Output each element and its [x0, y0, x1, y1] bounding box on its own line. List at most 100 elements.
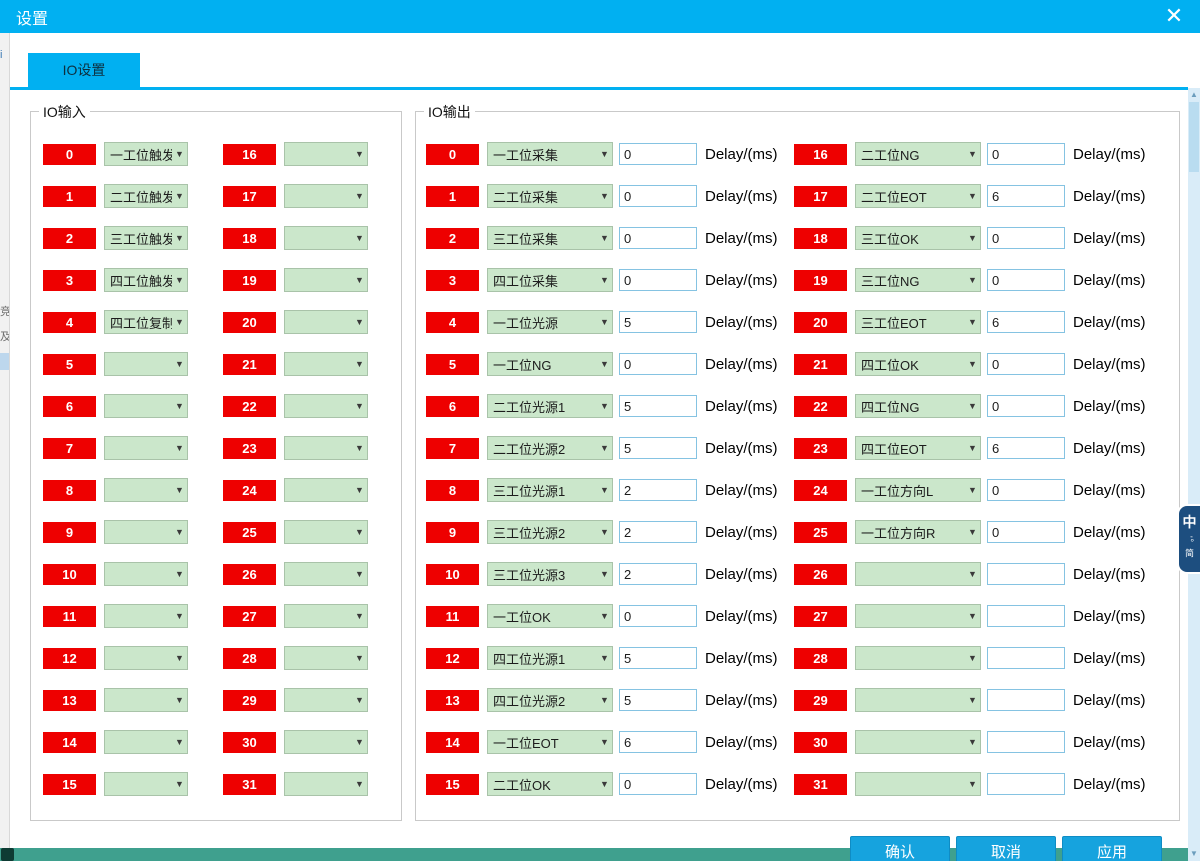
io-function-dropdown[interactable]: 三工位触发 ▼	[104, 226, 188, 250]
io-function-dropdown[interactable]: 二工位NG ▼	[855, 142, 981, 166]
io-function-dropdown[interactable]: 四工位触发 ▼	[104, 268, 188, 292]
io-function-dropdown[interactable]: ▼	[104, 520, 188, 544]
io-function-dropdown[interactable]: ▼	[284, 772, 368, 796]
confirm-button[interactable]: 确认	[850, 836, 950, 861]
cancel-button[interactable]: 取消	[956, 836, 1056, 861]
scroll-up-icon[interactable]: ▲	[1188, 89, 1200, 101]
io-function-dropdown[interactable]: ▼	[284, 268, 368, 292]
io-function-dropdown[interactable]: ▼	[104, 688, 188, 712]
io-function-dropdown[interactable]: ▼	[104, 730, 188, 754]
scrollbar[interactable]: ▲ ▼	[1188, 88, 1200, 861]
delay-input[interactable]	[619, 353, 697, 375]
delay-input[interactable]	[987, 479, 1065, 501]
io-function-dropdown[interactable]: ▼	[284, 478, 368, 502]
io-function-dropdown[interactable]: 一工位NG ▼	[487, 352, 613, 376]
delay-input[interactable]	[987, 311, 1065, 333]
io-function-dropdown[interactable]: 二工位触发 ▼	[104, 184, 188, 208]
io-function-dropdown[interactable]: ▼	[284, 730, 368, 754]
io-function-dropdown[interactable]: 一工位触发 ▼	[104, 142, 188, 166]
io-function-dropdown[interactable]: 四工位光源2 ▼	[487, 688, 613, 712]
io-function-dropdown[interactable]: 四工位复制 ▼	[104, 310, 188, 334]
io-function-dropdown[interactable]: ▼	[104, 352, 188, 376]
io-function-dropdown[interactable]: 一工位OK ▼	[487, 604, 613, 628]
delay-input[interactable]	[987, 731, 1065, 753]
io-function-dropdown[interactable]: ▼	[855, 772, 981, 796]
io-function-dropdown[interactable]: ▼	[855, 730, 981, 754]
io-function-dropdown[interactable]: ▼	[104, 436, 188, 460]
io-function-dropdown[interactable]: 三工位采集 ▼	[487, 226, 613, 250]
delay-input[interactable]	[619, 647, 697, 669]
delay-input[interactable]	[619, 605, 697, 627]
io-function-dropdown[interactable]: 二工位采集 ▼	[487, 184, 613, 208]
delay-input[interactable]	[987, 563, 1065, 585]
delay-input[interactable]	[987, 773, 1065, 795]
io-function-dropdown[interactable]: 三工位光源1 ▼	[487, 478, 613, 502]
io-function-dropdown[interactable]: 四工位光源1 ▼	[487, 646, 613, 670]
io-function-dropdown[interactable]: ▼	[104, 604, 188, 628]
io-function-dropdown[interactable]: ▼	[104, 478, 188, 502]
io-function-dropdown[interactable]: ▼	[284, 226, 368, 250]
delay-input[interactable]	[619, 731, 697, 753]
io-function-dropdown[interactable]: ▼	[284, 352, 368, 376]
io-function-dropdown[interactable]: ▼	[104, 772, 188, 796]
delay-input[interactable]	[619, 521, 697, 543]
io-function-dropdown[interactable]: 二工位光源1 ▼	[487, 394, 613, 418]
delay-input[interactable]	[987, 227, 1065, 249]
delay-input[interactable]	[987, 143, 1065, 165]
io-function-dropdown[interactable]: ▼	[284, 604, 368, 628]
io-function-dropdown[interactable]: 二工位光源2 ▼	[487, 436, 613, 460]
io-function-dropdown[interactable]: ▼	[284, 310, 368, 334]
io-function-dropdown[interactable]: 四工位NG ▼	[855, 394, 981, 418]
delay-input[interactable]	[619, 689, 697, 711]
delay-input[interactable]	[987, 395, 1065, 417]
io-function-dropdown[interactable]: ▼	[104, 394, 188, 418]
io-function-dropdown[interactable]: ▼	[284, 394, 368, 418]
delay-input[interactable]	[619, 185, 697, 207]
delay-input[interactable]	[619, 563, 697, 585]
io-function-dropdown[interactable]: ▼	[855, 562, 981, 586]
io-function-dropdown[interactable]: ▼	[104, 646, 188, 670]
delay-input[interactable]	[987, 437, 1065, 459]
io-function-dropdown[interactable]: 三工位光源2 ▼	[487, 520, 613, 544]
io-function-dropdown[interactable]: 四工位OK ▼	[855, 352, 981, 376]
io-function-dropdown[interactable]: ▼	[855, 688, 981, 712]
io-function-dropdown[interactable]: 三工位EOT ▼	[855, 310, 981, 334]
io-function-dropdown[interactable]: 一工位光源 ▼	[487, 310, 613, 334]
io-function-dropdown[interactable]: 三工位NG ▼	[855, 268, 981, 292]
delay-input[interactable]	[619, 437, 697, 459]
io-function-dropdown[interactable]: ▼	[284, 646, 368, 670]
io-function-dropdown[interactable]: ▼	[855, 646, 981, 670]
delay-input[interactable]	[987, 521, 1065, 543]
delay-input[interactable]	[987, 605, 1065, 627]
delay-input[interactable]	[987, 185, 1065, 207]
delay-input[interactable]	[619, 395, 697, 417]
io-function-dropdown[interactable]: 二工位EOT ▼	[855, 184, 981, 208]
io-function-dropdown[interactable]: 一工位方向R ▼	[855, 520, 981, 544]
io-function-dropdown[interactable]: ▼	[104, 562, 188, 586]
delay-input[interactable]	[987, 689, 1065, 711]
delay-input[interactable]	[619, 773, 697, 795]
apply-button[interactable]: 应用	[1062, 836, 1162, 861]
io-function-dropdown[interactable]: ▼	[284, 142, 368, 166]
io-function-dropdown[interactable]: 三工位光源3 ▼	[487, 562, 613, 586]
delay-input[interactable]	[987, 647, 1065, 669]
delay-input[interactable]	[987, 269, 1065, 291]
io-function-dropdown[interactable]: 二工位OK ▼	[487, 772, 613, 796]
delay-input[interactable]	[619, 143, 697, 165]
io-function-dropdown[interactable]: ▼	[855, 604, 981, 628]
io-function-dropdown[interactable]: 一工位方向L ▼	[855, 478, 981, 502]
io-function-dropdown[interactable]: 一工位采集 ▼	[487, 142, 613, 166]
delay-input[interactable]	[619, 311, 697, 333]
scrollbar-thumb[interactable]	[1189, 102, 1199, 172]
io-function-dropdown[interactable]: 一工位EOT ▼	[487, 730, 613, 754]
delay-input[interactable]	[619, 227, 697, 249]
io-function-dropdown[interactable]: ▼	[284, 436, 368, 460]
delay-input[interactable]	[987, 353, 1065, 375]
io-function-dropdown[interactable]: ▼	[284, 562, 368, 586]
io-function-dropdown[interactable]: 三工位OK ▼	[855, 226, 981, 250]
io-function-dropdown[interactable]: 四工位EOT ▼	[855, 436, 981, 460]
io-function-dropdown[interactable]: 四工位采集 ▼	[487, 268, 613, 292]
close-button[interactable]: ✕	[1158, 2, 1190, 30]
scroll-down-icon[interactable]: ▼	[1188, 848, 1200, 860]
io-function-dropdown[interactable]: ▼	[284, 688, 368, 712]
